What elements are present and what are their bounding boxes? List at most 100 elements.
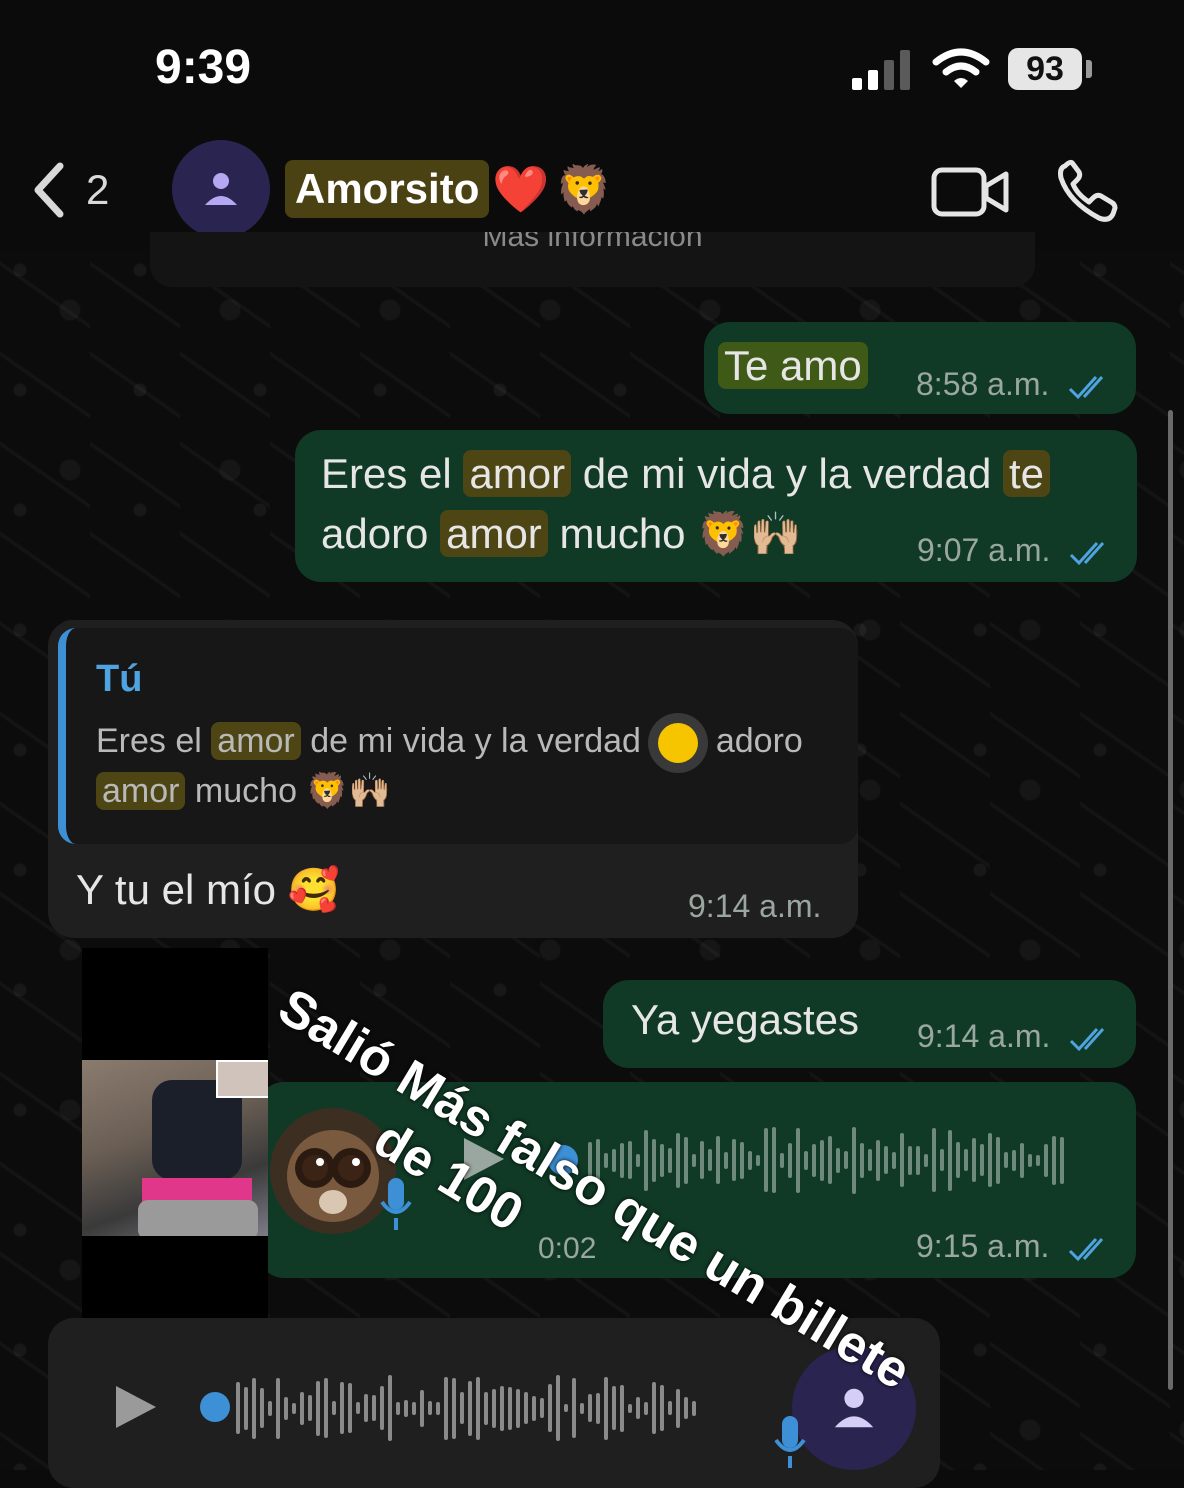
waveform-bar <box>884 1146 888 1174</box>
message-time: 9:07 a.m. <box>917 532 1051 568</box>
waveform-bar <box>580 1402 584 1414</box>
waveform-bar <box>484 1391 488 1425</box>
waveform-bar <box>700 1141 704 1179</box>
waveform-bar <box>924 1153 928 1167</box>
double-check-icon <box>1069 375 1104 399</box>
waveform-bar <box>572 1378 576 1438</box>
waveform-bar <box>820 1139 824 1181</box>
waveform-bar <box>948 1129 952 1191</box>
person-icon <box>205 173 237 205</box>
waveform-bar <box>844 1151 848 1169</box>
waveform-bar <box>668 1147 672 1173</box>
waveform-bar <box>708 1149 712 1171</box>
waveform-bar <box>676 1388 680 1428</box>
waveform-bar <box>668 1401 672 1415</box>
message-time: 9:15 a.m. <box>916 1228 1050 1264</box>
unread-count: 2 <box>86 166 110 213</box>
waveform-bar <box>524 1392 528 1424</box>
waveform-bar <box>652 1382 656 1434</box>
waveform-bar <box>340 1382 344 1434</box>
battery-tip <box>1086 60 1092 78</box>
waveform-bar <box>508 1386 512 1430</box>
waveform-bar <box>780 1152 784 1168</box>
waveform-bar <box>900 1133 904 1187</box>
waveform-bar <box>444 1376 448 1440</box>
waveform-bar <box>500 1385 504 1431</box>
back-button[interactable]: 2 <box>30 155 120 225</box>
waveform-bar <box>804 1150 808 1170</box>
waveform-bar <box>460 1392 464 1424</box>
waveform-bar <box>852 1126 856 1194</box>
waveform-bar <box>684 1397 688 1419</box>
back-chevron-icon <box>34 162 64 218</box>
waveform-bar <box>876 1139 880 1181</box>
waveform-bar <box>260 1388 264 1428</box>
waveform-bar <box>332 1401 336 1415</box>
waveform-bar <box>556 1375 560 1441</box>
waveform-bar <box>868 1149 872 1171</box>
waveform-bar <box>396 1401 400 1415</box>
message-meta: 9:14 a.m. <box>917 1018 1113 1055</box>
more-info-banner[interactable]: Más información <box>150 232 1035 287</box>
waveform-bar <box>564 1404 568 1412</box>
waveform-bar <box>996 1136 1000 1184</box>
waveform-bar <box>644 1401 648 1415</box>
waveform-bar <box>908 1145 912 1175</box>
waveform-bar <box>244 1386 248 1430</box>
waveform-bar <box>980 1144 984 1176</box>
waveform-bar <box>940 1149 944 1171</box>
waveform-bar <box>428 1401 432 1415</box>
message-meta: 9:07 a.m. <box>917 532 1113 569</box>
waveform-bar <box>372 1395 376 1421</box>
waveform-bar <box>916 1145 920 1175</box>
waveform-bar <box>316 1380 320 1436</box>
waveform-bar <box>300 1391 304 1425</box>
waveform-bar <box>1044 1143 1048 1177</box>
wifi-icon <box>932 48 990 88</box>
waveform-bar <box>1060 1136 1064 1184</box>
waveform-bar <box>356 1402 360 1414</box>
waveform-bar <box>956 1142 960 1178</box>
waveform-bar <box>892 1151 896 1169</box>
waveform-bar <box>468 1380 472 1436</box>
touch-indicator <box>658 723 699 764</box>
waveform-bar <box>548 1384 552 1432</box>
waveform-bar <box>588 1394 592 1422</box>
video-icon[interactable] <box>930 162 1010 222</box>
scrollbar[interactable] <box>1168 410 1173 1390</box>
phone-icon[interactable] <box>1055 158 1121 224</box>
reply-quote[interactable]: Tú Eres el amor de mi vida y la verdad a… <box>58 628 858 844</box>
contact-name[interactable]: Amorsito <box>285 160 490 218</box>
waveform-bar <box>692 1153 696 1167</box>
waveform-bar <box>692 1400 696 1416</box>
contact-avatar[interactable] <box>172 140 270 238</box>
waveform-bar <box>236 1382 240 1434</box>
status-bar: 9:39 93 <box>0 0 1184 130</box>
waveform-bar <box>772 1127 776 1193</box>
voice-waveform[interactable] <box>588 1122 1088 1198</box>
voice-waveform[interactable] <box>236 1368 736 1448</box>
waveform-bar <box>1004 1152 1008 1168</box>
waveform-bar <box>676 1132 680 1188</box>
waveform-bar <box>292 1402 296 1414</box>
message-text: Te amo <box>718 342 868 389</box>
waveform-bar <box>604 1376 608 1440</box>
playback-handle[interactable] <box>200 1392 230 1422</box>
waveform-bar <box>532 1395 536 1421</box>
double-check-icon <box>1070 541 1105 565</box>
message-bubble-out[interactable]: Te amo 8:58 a.m. <box>704 322 1136 414</box>
waveform-bar <box>684 1136 688 1184</box>
message-bubble-out[interactable]: Ya yegastes 9:14 a.m. <box>603 980 1136 1068</box>
status-time: 9:39 <box>155 41 252 94</box>
message-time: 9:14 a.m. <box>688 888 822 924</box>
play-icon[interactable] <box>112 1382 160 1432</box>
waveform-bar <box>796 1127 800 1193</box>
waveform-bar <box>860 1142 864 1178</box>
reply-author: Tú <box>96 658 143 700</box>
message-bubble-out[interactable]: Eres el amor de mi vida y la verdad te a… <box>295 430 1137 582</box>
waveform-bar <box>748 1150 752 1170</box>
waveform-bar <box>828 1136 832 1184</box>
waveform-bar <box>1020 1142 1024 1178</box>
waveform-bar <box>268 1400 272 1416</box>
double-check-icon <box>1070 1027 1105 1051</box>
